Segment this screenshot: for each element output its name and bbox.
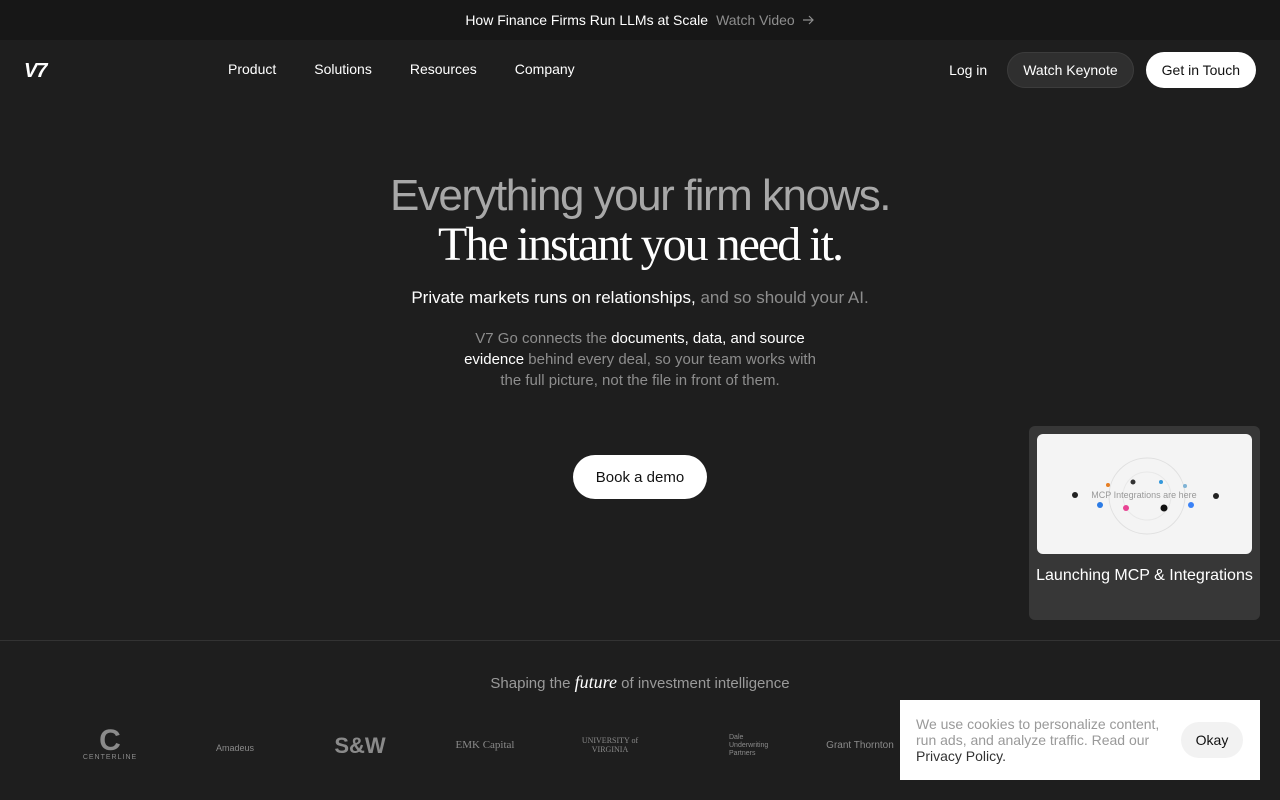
cookie-text: We use cookies to personalize content, r… [916, 716, 1166, 764]
subtitle-gray: and so should your AI. [700, 288, 869, 307]
shaping-pre: Shaping the [490, 675, 571, 692]
watch-video-link[interactable]: Watch Video [716, 12, 815, 28]
arrow-right-icon [802, 15, 814, 25]
desc-part-1: V7 Go connects the [475, 330, 608, 347]
nav-actions: Log in Watch Keynote Get in Touch [941, 52, 1256, 88]
watch-video-label: Watch Video [716, 12, 795, 28]
shaping-post: of investment intelligence [621, 675, 790, 692]
logo-dale: Dale Underwriting Partners [729, 734, 769, 757]
nav-item-company[interactable]: Company [515, 61, 575, 77]
watch-keynote-button[interactable]: Watch Keynote [1007, 52, 1134, 88]
cookie-okay-button[interactable]: Okay [1181, 722, 1243, 758]
logo-grant-thornton: Grant Thornton [826, 740, 894, 751]
banner-title: How Finance Firms Run LLMs at Scale [465, 12, 709, 28]
nav-menu: Product Solutions Resources Company [228, 61, 575, 77]
integrations-graphic: MCP Integrations are here [1072, 457, 1219, 535]
cookie-message: We use cookies to personalize content, r… [916, 716, 1160, 748]
thumb-text: MCP Integrations are here [1091, 490, 1196, 500]
headline-primary: Everything your firm knows. [390, 171, 891, 220]
get-in-touch-button[interactable]: Get in Touch [1145, 52, 1256, 88]
integrations-thumbnail: MCP Integrations are here [1037, 434, 1252, 554]
announcement-banner: How Finance Firms Run LLMs at Scale Watc… [0, 0, 1280, 40]
v7-logo[interactable]: V7 [24, 60, 47, 83]
logo-uva: UNIVERSITY of VIRGINIA [581, 736, 639, 754]
cookie-banner: We use cookies to personalize content, r… [900, 700, 1260, 780]
card-caption: Launching MCP & Integrations [1036, 567, 1253, 584]
book-demo-button[interactable]: Book a demo [573, 455, 707, 499]
subtitle-bold: Private markets runs on relationships, [411, 288, 696, 307]
nav-item-resources[interactable]: Resources [410, 61, 477, 77]
login-link[interactable]: Log in [941, 62, 995, 78]
hero-section: Everything your firm knows. The instant … [0, 170, 1280, 391]
mcp-launch-card[interactable]: MCP Integrations are here Launching MCP … [1029, 426, 1260, 620]
section-divider [0, 640, 1280, 641]
logo-centerline: C CENTERLINE [82, 724, 138, 762]
customers-heading: Shaping the future of investment intelli… [0, 672, 1280, 693]
shaping-em: future [574, 672, 617, 692]
logo-amadeus: Amadeus [215, 743, 255, 753]
nav-item-product[interactable]: Product [228, 61, 276, 77]
hero-description: V7 Go connects the documents, data, and … [460, 328, 820, 391]
headline-secondary: The instant you need it. [438, 218, 844, 271]
nav-item-solutions[interactable]: Solutions [314, 61, 372, 77]
desc-part-3: behind every deal, so your team works wi… [500, 351, 816, 389]
top-navbar: V7 Product Solutions Resources Company L… [0, 40, 1280, 100]
logo-emk-capital: EMK Capital [455, 739, 515, 751]
hero-subtitle: Private markets runs on relationships, a… [0, 288, 1280, 308]
logo-sw: S&W [334, 733, 386, 758]
privacy-policy-link[interactable]: Privacy Policy. [916, 748, 1006, 764]
